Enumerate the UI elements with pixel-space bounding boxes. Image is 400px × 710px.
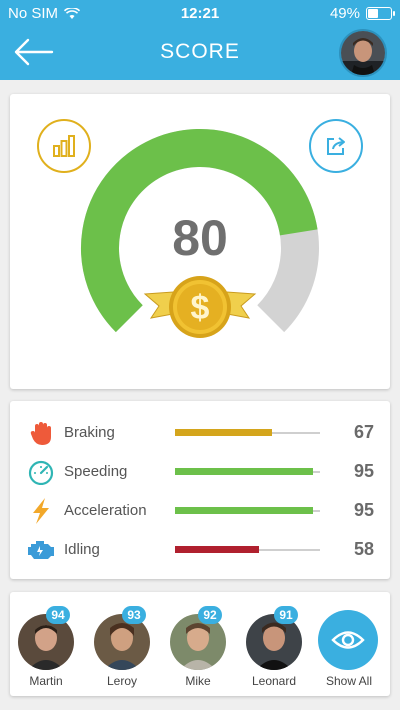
driving-stats-card: Braking 67 Speeding 95 Acceleration 95 I… <box>10 401 390 579</box>
stat-label: Speeding <box>64 463 128 480</box>
friend-score-badge: 94 <box>46 606 70 624</box>
stat-track <box>175 546 320 553</box>
battery-icon <box>366 7 395 20</box>
bar-chart-icon <box>53 135 75 157</box>
dollar-medal-icon: $ <box>143 276 257 338</box>
stat-value: 58 <box>353 539 374 559</box>
stat-row-speeding: Speeding 95 <box>10 455 390 489</box>
stat-value: 67 <box>353 422 374 442</box>
battery-level <box>368 9 379 18</box>
friend-martin[interactable]: 94 Martin <box>10 606 82 692</box>
stat-bar <box>175 546 260 553</box>
stat-label: Acceleration <box>64 502 147 519</box>
friend-score-badge: 93 <box>122 606 146 624</box>
avatar <box>341 31 385 75</box>
stat-track <box>175 468 320 475</box>
battery-group: 49% <box>329 5 395 22</box>
stat-row-idling: Idling 58 <box>10 533 390 567</box>
friend-leroy[interactable]: 93 Leroy <box>86 606 158 692</box>
battery-percent: 49% <box>329 5 360 22</box>
stat-value: 95 <box>353 500 374 520</box>
hand-stop-icon <box>30 422 51 445</box>
stat-label: Braking <box>64 424 115 441</box>
friend-name: Martin <box>29 674 63 688</box>
friend-name: Leonard <box>251 674 297 688</box>
stat-bar <box>175 507 313 514</box>
show-all-label: Show All <box>325 674 373 688</box>
stat-row-acceleration: Acceleration 95 <box>10 494 390 528</box>
eye-icon <box>331 631 365 649</box>
speedometer-icon <box>28 460 54 485</box>
stat-track <box>175 429 320 436</box>
header-bar: No SIM 12:21 49% SCORE <box>0 0 400 80</box>
stat-track <box>175 507 320 514</box>
friend-score-badge: 91 <box>274 606 298 624</box>
friend-mike[interactable]: 92 Mike <box>162 606 234 692</box>
show-all-circle <box>318 610 378 670</box>
stat-bar <box>175 429 273 436</box>
profile-avatar-button[interactable] <box>339 29 387 77</box>
stat-label: Idling <box>64 541 100 558</box>
svg-text:$: $ <box>191 289 210 327</box>
score-value: 80 <box>172 210 228 266</box>
friend-name: Leroy <box>106 674 138 688</box>
score-card: 80 $ <box>10 94 390 389</box>
lightning-icon <box>33 498 49 524</box>
stat-value: 95 <box>353 461 374 481</box>
status-bar: No SIM 12:21 49% <box>0 0 400 26</box>
share-icon <box>327 137 345 155</box>
friend-leonard[interactable]: 91 Leonard <box>238 606 310 692</box>
friend-score-badge: 92 <box>198 606 222 624</box>
engine-icon <box>28 541 54 559</box>
stat-bar <box>175 468 313 475</box>
show-all-button[interactable]: Show All <box>314 610 384 696</box>
leaderboard-card: 94 Martin 93 Leroy 92 Mike 91 Leonard Sh… <box>10 592 390 696</box>
friend-name: Mike <box>185 674 211 688</box>
stat-row-braking: Braking 67 <box>10 416 390 450</box>
